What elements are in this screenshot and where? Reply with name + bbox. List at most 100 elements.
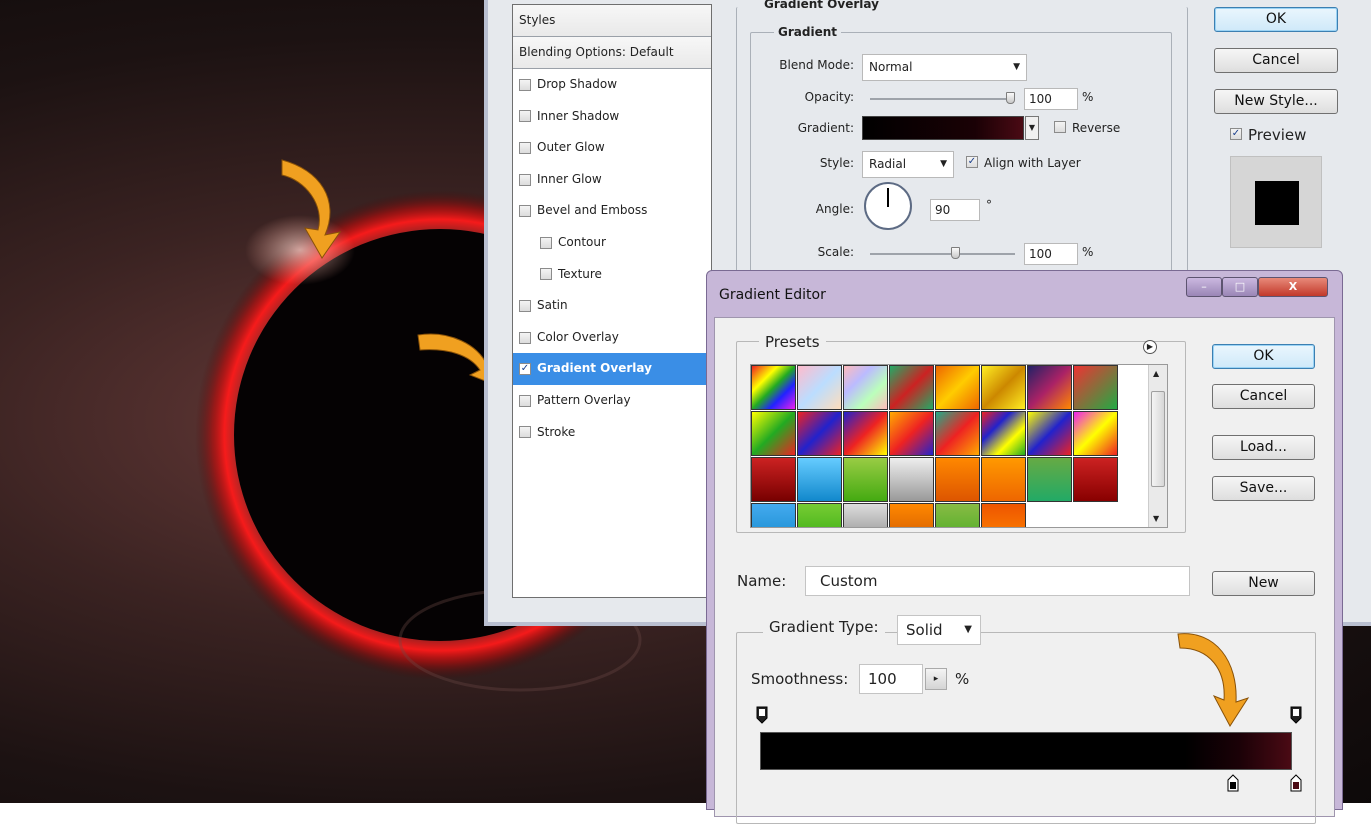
checkbox[interactable] — [519, 299, 531, 312]
ok-button[interactable]: OK — [1214, 7, 1338, 32]
gradient-preset-swatch[interactable] — [751, 411, 796, 456]
align-with-layer-label: Align with Layer — [984, 156, 1081, 170]
gradient-preset-swatch[interactable] — [935, 457, 980, 502]
checkbox[interactable] — [519, 173, 531, 186]
gradient-preset-swatch[interactable] — [843, 411, 888, 456]
styles-header[interactable]: Styles — [513, 5, 711, 37]
gradient-preset-swatch[interactable] — [889, 457, 934, 502]
close-button[interactable]: X — [1258, 277, 1328, 297]
checkbox[interactable] — [540, 268, 552, 281]
scrollbar-thumb[interactable] — [1151, 391, 1165, 487]
style-item-color-overlay[interactable]: Color Overlay — [513, 322, 711, 354]
scale-slider[interactable] — [870, 253, 1015, 255]
style-item-gradient-overlay[interactable]: ✓ Gradient Overlay — [513, 353, 711, 385]
maximize-button[interactable]: □ — [1222, 277, 1258, 297]
angle-dial[interactable] — [864, 182, 912, 230]
ge-save-button[interactable]: Save... — [1212, 476, 1315, 501]
style-item-contour[interactable]: Contour — [513, 227, 711, 259]
color-stop-icon[interactable] — [1290, 774, 1302, 792]
checkbox[interactable] — [519, 331, 531, 344]
gradient-preset-swatch[interactable] — [889, 365, 934, 410]
blending-options-item[interactable]: Blending Options: Default — [513, 37, 711, 69]
gradient-preset-swatch[interactable] — [981, 503, 1026, 527]
gradient-bar[interactable] — [760, 732, 1292, 770]
gradient-preset-swatch[interactable] — [751, 365, 796, 410]
style-item-outer-glow[interactable]: Outer Glow — [513, 132, 711, 164]
align-with-layer-checkbox[interactable]: ✓ — [966, 156, 978, 168]
opacity-input[interactable]: 100 — [1024, 88, 1078, 110]
gradient-preset-swatch[interactable] — [843, 365, 888, 410]
gradient-preset-swatch[interactable] — [1073, 365, 1118, 410]
checkbox[interactable] — [519, 205, 531, 218]
color-stop-icon[interactable] — [1227, 774, 1239, 792]
style-item-stroke[interactable]: Stroke — [513, 417, 711, 449]
style-item-label: Bevel and Emboss — [537, 203, 648, 218]
presets-menu-icon[interactable]: ▶ — [1143, 340, 1157, 354]
gradient-preview-swatch[interactable] — [862, 116, 1024, 140]
cancel-button[interactable]: Cancel — [1214, 48, 1338, 73]
opacity-slider-thumb[interactable] — [1006, 92, 1015, 104]
gradient-preset-swatch[interactable] — [889, 411, 934, 456]
gradient-preset-swatch[interactable] — [751, 503, 796, 527]
gradient-preset-swatch[interactable] — [843, 457, 888, 502]
gradient-preset-swatch[interactable] — [1073, 457, 1118, 502]
reverse-checkbox[interactable] — [1054, 121, 1066, 133]
gradient-dropdown-icon[interactable]: ▼ — [1025, 116, 1039, 140]
ge-ok-button[interactable]: OK — [1212, 344, 1315, 369]
gradient-preset-swatch[interactable] — [981, 457, 1026, 502]
style-item-satin[interactable]: Satin — [513, 290, 711, 322]
scale-label: Scale: — [817, 245, 854, 259]
scroll-down-icon[interactable]: ▼ — [1153, 514, 1159, 523]
checkbox[interactable] — [519, 394, 531, 407]
scroll-up-icon[interactable]: ▲ — [1153, 369, 1159, 378]
preview-checkbox[interactable]: ✓ — [1230, 128, 1242, 140]
style-item-pattern-overlay[interactable]: Pattern Overlay — [513, 385, 711, 417]
gradient-preset-swatch[interactable] — [981, 411, 1026, 456]
gradient-preset-swatch[interactable] — [1027, 411, 1072, 456]
opacity-stop-icon[interactable] — [756, 706, 768, 724]
gradient-preset-swatch[interactable] — [797, 503, 842, 527]
scale-input[interactable]: 100 — [1024, 243, 1078, 265]
angle-input[interactable]: 90 — [930, 199, 980, 221]
minimize-button[interactable]: – — [1186, 277, 1222, 297]
checkbox[interactable]: ✓ — [519, 363, 531, 376]
style-item-texture[interactable]: Texture — [513, 259, 711, 291]
style-item-inner-shadow[interactable]: Inner Shadow — [513, 101, 711, 133]
gradient-preset-swatch[interactable] — [1027, 365, 1072, 410]
gradient-preset-swatch[interactable] — [935, 503, 980, 527]
gradient-preset-swatch[interactable] — [843, 503, 888, 527]
scale-slider-thumb[interactable] — [951, 247, 960, 259]
ge-load-button[interactable]: Load... — [1212, 435, 1315, 460]
ge-cancel-button[interactable]: Cancel — [1212, 384, 1315, 409]
blend-mode-select[interactable]: Normal ▼ — [862, 54, 1027, 81]
gradient-type-select[interactable]: Solid ▼ — [897, 615, 981, 645]
smoothness-stepper[interactable]: ▸ — [925, 668, 947, 690]
checkbox[interactable] — [540, 236, 552, 249]
style-item-bevel-and-emboss[interactable]: Bevel and Emboss — [513, 195, 711, 227]
checkbox[interactable] — [519, 426, 531, 439]
gradient-preset-swatch[interactable] — [889, 503, 934, 527]
smoothness-input[interactable]: 100 — [859, 664, 923, 694]
gradient-preset-swatch[interactable] — [935, 365, 980, 410]
opacity-stop-icon[interactable] — [1290, 706, 1302, 724]
gradient-preset-swatch[interactable] — [935, 411, 980, 456]
gradient-preset-swatch[interactable] — [981, 365, 1026, 410]
gradient-preset-swatch[interactable] — [797, 411, 842, 456]
style-item-drop-shadow[interactable]: Drop Shadow — [513, 69, 711, 101]
style-item-inner-glow[interactable]: Inner Glow — [513, 164, 711, 196]
checkbox[interactable] — [519, 78, 531, 91]
presets-scrollbar[interactable]: ▲ ▼ — [1148, 365, 1167, 527]
new-gradient-button[interactable]: New — [1212, 571, 1315, 596]
checkbox[interactable] — [519, 141, 531, 154]
opacity-slider[interactable] — [870, 98, 1015, 100]
checkbox[interactable] — [519, 110, 531, 123]
style-item-label: Satin — [537, 298, 568, 313]
gradient-preset-swatch[interactable] — [1027, 457, 1072, 502]
gradient-preset-swatch[interactable] — [1073, 411, 1118, 456]
name-input[interactable]: Custom — [805, 566, 1190, 596]
style-select[interactable]: Radial ▼ — [862, 151, 954, 178]
new-style-button[interactable]: New Style... — [1214, 89, 1338, 114]
gradient-preset-swatch[interactable] — [797, 365, 842, 410]
gradient-preset-swatch[interactable] — [751, 457, 796, 502]
gradient-preset-swatch[interactable] — [797, 457, 842, 502]
